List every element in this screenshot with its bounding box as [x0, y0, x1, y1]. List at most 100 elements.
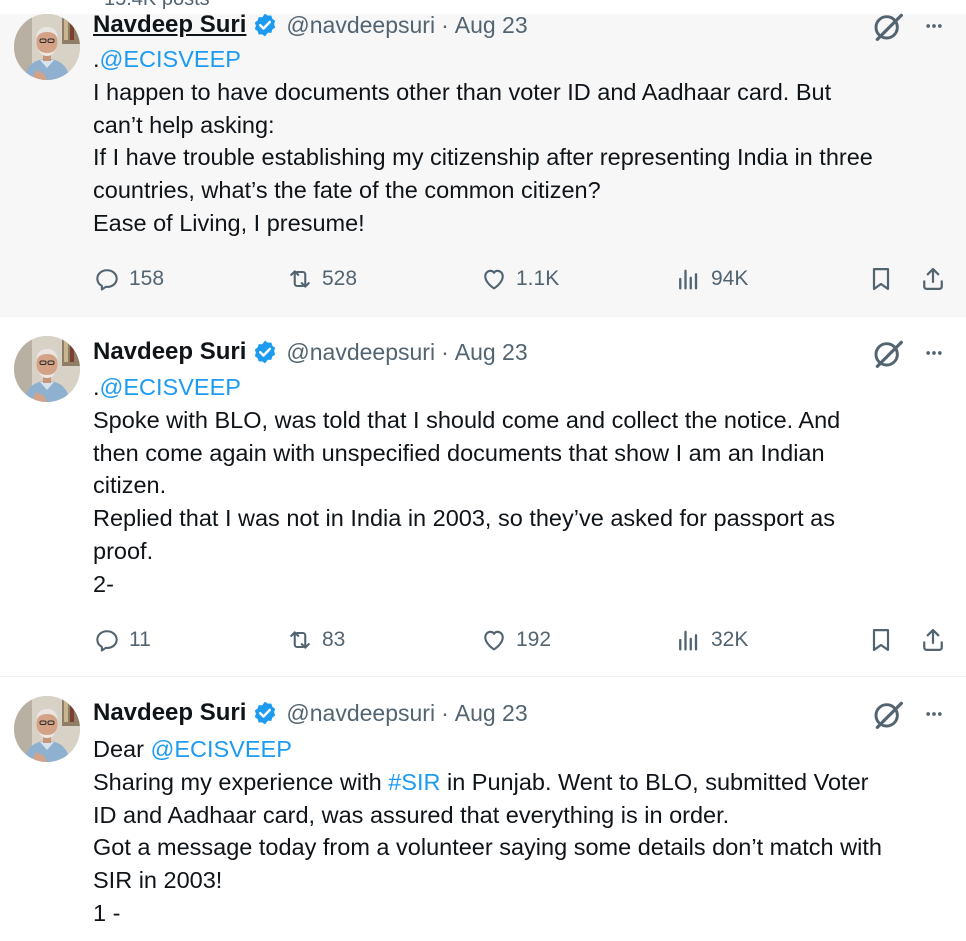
heart-icon	[480, 265, 516, 293]
share-icon	[919, 626, 947, 654]
text-segment: can’t help asking:	[93, 111, 275, 138]
tweet-date[interactable]: Aug 23	[455, 12, 528, 39]
author-handle[interactable]: @navdeepsuri	[286, 700, 435, 727]
replies-count: 158	[129, 267, 165, 290]
action-bar: 158 528 1.1K 94K	[93, 263, 953, 295]
mention-link[interactable]: @ECISVEEP	[150, 736, 291, 762]
verified-badge-icon	[252, 700, 278, 726]
heart-icon	[480, 626, 516, 654]
tweet-text-line: proof.	[93, 535, 953, 568]
text-segment: 2-	[93, 570, 114, 597]
views-icon	[675, 265, 711, 293]
avatar[interactable]	[14, 14, 80, 80]
tweet-text: Dear @ECISVEEP Sharing my experience with…	[93, 733, 953, 930]
timeline: 15.4K posts Navdeep Suri @navdeepsuri · …	[0, 0, 966, 941]
author-handle[interactable]: @navdeepsuri	[286, 339, 435, 366]
grok-icon[interactable]	[872, 698, 904, 730]
tweet-text: .@ECISVEEP Spoke with BLO, was told that …	[93, 371, 953, 601]
tweet-text-line: 2-	[93, 568, 953, 601]
likes-count: 1.1K	[516, 267, 560, 290]
reply-button[interactable]: 158	[93, 263, 164, 295]
text-segment: proof.	[93, 537, 154, 564]
author-name[interactable]: Navdeep Suri	[93, 338, 246, 366]
tweet-header: Navdeep Suri @navdeepsuri · Aug 23	[93, 698, 528, 728]
mention-link[interactable]: @ECISVEEP	[100, 374, 241, 400]
tweet-text-line: can’t help asking:	[93, 109, 953, 142]
text-segment: 1 -	[93, 899, 121, 926]
text-segment: If I have trouble establishing my citize…	[93, 144, 873, 171]
more-icon[interactable]	[919, 16, 949, 36]
text-segment: Spoke with BLO, was told that I should c…	[93, 406, 841, 433]
tweet-text-line: Spoke with BLO, was told that I should c…	[93, 404, 953, 437]
repost-icon	[286, 626, 322, 654]
author-handle[interactable]: @navdeepsuri	[286, 12, 435, 39]
bookmark-button[interactable]	[867, 263, 895, 295]
tweet-text-line: SIR in 2003!	[93, 864, 953, 897]
tweet-text: .@ECISVEEP I happen to have documents oth…	[93, 43, 953, 240]
tweet-text-line: Dear @ECISVEEP	[93, 733, 953, 766]
text-segment: Got a message today from a volunteer say…	[93, 834, 882, 861]
replies-count: 11	[129, 628, 151, 651]
author-name[interactable]: Navdeep Suri	[93, 699, 246, 727]
verified-badge-icon	[252, 12, 278, 38]
text-segment: Sharing my experience with	[93, 768, 389, 795]
separator-dot: ·	[441, 699, 449, 726]
tweet-header: Navdeep Suri @navdeepsuri · Aug 23	[93, 337, 528, 367]
verified-badge-icon	[252, 339, 278, 365]
grok-icon[interactable]	[872, 10, 904, 42]
tweet-text-line: .@ECISVEEP	[93, 371, 953, 404]
tweet-text-line: ID and Aadhaar card, was assured that ev…	[93, 799, 953, 832]
tweet[interactable]: Navdeep Suri @navdeepsuri · Aug 23 .@ECI…	[0, 317, 966, 676]
text-segment: Ease of Living, I presume!	[93, 209, 365, 236]
grok-icon[interactable]	[872, 337, 904, 369]
reply-icon	[93, 626, 129, 654]
avatar[interactable]	[14, 336, 80, 402]
likes-count: 192	[516, 628, 552, 651]
repost-button[interactable]: 528	[286, 263, 357, 295]
views-button[interactable]: 94K	[675, 263, 748, 295]
tweet-date[interactable]: Aug 23	[455, 339, 528, 366]
tweet-text-line: .@ECISVEEP	[93, 43, 953, 76]
text-segment: countries, what’s the fate of the common…	[93, 177, 601, 204]
text-segment: citizen.	[93, 472, 167, 499]
more-icon[interactable]	[919, 704, 949, 724]
more-icon[interactable]	[919, 343, 949, 363]
reply-icon	[93, 265, 129, 293]
reposts-count: 528	[322, 267, 358, 290]
tweet[interactable]: Navdeep Suri @navdeepsuri · Aug 23 .@ECI…	[0, 11, 966, 316]
tweet-text-line: 1 -	[93, 897, 953, 930]
share-icon	[919, 265, 947, 293]
author-name[interactable]: Navdeep Suri	[93, 11, 246, 39]
tweet-text-line: citizen.	[93, 469, 953, 502]
separator-dot: ·	[441, 11, 449, 38]
tweet-text-line: I happen to have documents other than vo…	[93, 76, 953, 109]
tweet-text-line: then come again with unspecified documen…	[93, 437, 953, 470]
repost-button[interactable]: 83	[286, 624, 345, 656]
hashtag-link[interactable]: #SIR	[388, 769, 440, 795]
avatar[interactable]	[14, 696, 80, 762]
text-segment: Dear	[93, 736, 151, 762]
tweet-header: Navdeep Suri @navdeepsuri · Aug 23	[93, 10, 528, 40]
tweet-text-line: countries, what’s the fate of the common…	[93, 174, 953, 207]
text-segment: I happen to have documents other than vo…	[93, 78, 832, 105]
action-bar: 11 83 192 32K	[93, 624, 953, 656]
share-button[interactable]	[919, 624, 947, 656]
reply-button[interactable]: 11	[93, 624, 151, 656]
separator-dot: ·	[441, 338, 449, 365]
bookmark-icon	[867, 626, 895, 654]
views-icon	[675, 626, 711, 654]
tweet[interactable]: Navdeep Suri @navdeepsuri · Aug 23 Dear …	[0, 677, 966, 941]
bookmark-button[interactable]	[867, 624, 895, 656]
share-button[interactable]	[919, 263, 947, 295]
like-button[interactable]: 192	[480, 624, 551, 656]
text-segment: ID and Aadhaar card, was assured that ev…	[93, 801, 730, 828]
bookmark-icon	[867, 265, 895, 293]
views-button[interactable]: 32K	[675, 624, 748, 656]
mention-link[interactable]: @ECISVEEP	[100, 46, 241, 72]
repost-icon	[286, 265, 322, 293]
views-count: 94K	[711, 267, 749, 290]
text-segment: in Punjab. Went to BLO, submitted Voter	[440, 768, 869, 795]
like-button[interactable]: 1.1K	[480, 263, 559, 295]
reposts-count: 83	[322, 628, 346, 651]
tweet-date[interactable]: Aug 23	[455, 700, 528, 727]
